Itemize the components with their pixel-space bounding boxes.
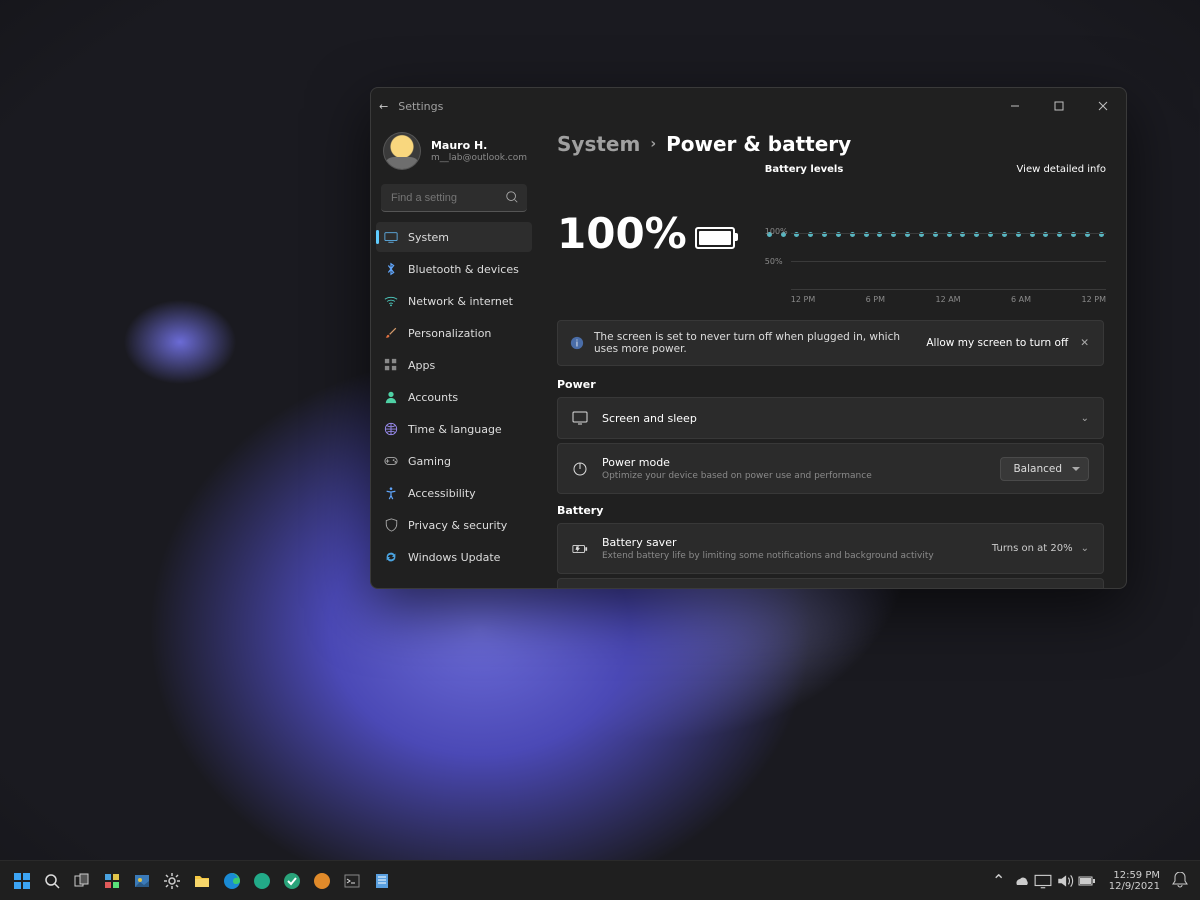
y-label-100: 100% <box>765 227 788 236</box>
close-button[interactable] <box>1081 92 1125 120</box>
view-detailed-info-link[interactable]: View detailed info <box>1017 164 1106 175</box>
taskbar-clock[interactable]: 12:59 PM 12/9/2021 <box>1099 870 1166 892</box>
nav-system[interactable]: System <box>376 222 532 252</box>
chart-x-labels: 12 PM 6 PM 12 AM 6 AM 12 PM <box>791 295 1106 304</box>
game-icon <box>384 454 398 468</box>
minimize-button[interactable] <box>993 92 1037 120</box>
nav-bluetooth[interactable]: Bluetooth & devices <box>376 254 532 284</box>
settings-app-button[interactable] <box>158 867 186 895</box>
taskbar: ⌃ 12:59 PM 12/9/2021 <box>0 860 1200 900</box>
file-explorer-button[interactable] <box>188 867 216 895</box>
edge-button[interactable] <box>218 867 246 895</box>
power-icon <box>572 461 588 477</box>
search-button[interactable] <box>38 867 66 895</box>
settings-window: ← Settings Mauro H. m__lab@outlook.com <box>370 87 1127 589</box>
battery-saver-icon <box>572 541 588 557</box>
shield-icon <box>384 518 398 532</box>
power-section-title: Power <box>557 378 1116 391</box>
svg-text:i: i <box>576 340 578 350</box>
chevron-down-icon: ⌄ <box>1081 543 1089 554</box>
breadcrumb: System › Power & battery <box>557 124 1116 160</box>
avatar <box>383 132 421 170</box>
banner-close-button[interactable]: ✕ <box>1078 337 1091 349</box>
task-view-button[interactable] <box>68 867 96 895</box>
apps-icon <box>384 358 398 372</box>
nav-accessibility[interactable]: Accessibility <box>376 478 532 508</box>
window-title: Settings <box>398 100 443 113</box>
search-icon <box>505 190 519 204</box>
user-name: Mauro H. <box>431 139 527 152</box>
power-mode-dropdown[interactable]: Balanced <box>1000 457 1089 481</box>
battery-saver-row[interactable]: Battery saver Extend battery life by lim… <box>557 523 1104 574</box>
nav-windows-update[interactable]: Windows Update <box>376 542 532 572</box>
notepad-button[interactable] <box>368 867 396 895</box>
chart-title: Battery levels <box>765 164 844 175</box>
info-banner: i The screen is set to never turn off wh… <box>557 320 1104 366</box>
titlebar: ← Settings <box>371 88 1126 124</box>
power-mode-row[interactable]: Power mode Optimize your device based on… <box>557 443 1104 494</box>
battery-icon <box>695 227 735 249</box>
update-icon <box>384 550 398 564</box>
chevron-down-icon: ⌄ <box>1081 413 1089 424</box>
nav-gaming[interactable]: Gaming <box>376 446 532 476</box>
sidebar: Mauro H. m__lab@outlook.com System Bluet… <box>371 124 537 588</box>
battery-level-chart: Battery levels View detailed info 100% 5… <box>765 164 1106 304</box>
volume-tray-icon[interactable] <box>1055 867 1075 895</box>
battery-percent: 100% <box>557 213 687 255</box>
screen-and-sleep-row[interactable]: Screen and sleep ⌄ <box>557 397 1104 439</box>
globe-icon <box>384 422 398 436</box>
battery-tray-icon[interactable] <box>1077 867 1097 895</box>
onedrive-icon[interactable] <box>1011 867 1031 895</box>
network-tray-icon[interactable] <box>1033 867 1053 895</box>
brush-icon <box>384 326 398 340</box>
widgets-button[interactable] <box>98 867 126 895</box>
nav-apps[interactable]: Apps <box>376 350 532 380</box>
nav-network[interactable]: Network & internet <box>376 286 532 316</box>
battery-saver-status: Turns on at 20% <box>992 543 1073 554</box>
nav-privacy[interactable]: Privacy & security <box>376 510 532 540</box>
person-icon <box>384 390 398 404</box>
content-area: System › Power & battery 100% Battery le… <box>537 124 1126 588</box>
page-title: Power & battery <box>666 132 851 156</box>
chart-data-points <box>765 229 1106 239</box>
notification-center-button[interactable] <box>1168 867 1192 895</box>
battery-section-title: Battery <box>557 504 1116 517</box>
pinned-app-2[interactable] <box>278 867 306 895</box>
screen-icon <box>572 410 588 426</box>
terminal-button[interactable] <box>338 867 366 895</box>
maximize-button[interactable] <box>1037 92 1081 120</box>
banner-action-link[interactable]: Allow my screen to turn off <box>926 337 1068 349</box>
photos-app-button[interactable] <box>128 867 156 895</box>
y-label-50: 50% <box>765 257 783 266</box>
system-icon <box>384 230 398 244</box>
start-button[interactable] <box>8 867 36 895</box>
bluetooth-icon <box>384 262 398 276</box>
breadcrumb-section[interactable]: System <box>557 132 640 156</box>
info-icon: i <box>570 336 584 350</box>
banner-message: The screen is set to never turn off when… <box>594 331 916 355</box>
nav-accounts[interactable]: Accounts <box>376 382 532 412</box>
battery-usage-row[interactable]: Battery usage ⌄ <box>557 578 1104 588</box>
tray-chevron-icon[interactable]: ⌃ <box>989 867 1009 895</box>
nav-time-language[interactable]: Time & language <box>376 414 532 444</box>
chevron-right-icon: › <box>650 136 656 152</box>
wifi-icon <box>384 294 398 308</box>
pinned-app-1[interactable] <box>248 867 276 895</box>
back-button[interactable]: ← <box>379 100 388 113</box>
nav-personalization[interactable]: Personalization <box>376 318 532 348</box>
pinned-app-3[interactable] <box>308 867 336 895</box>
search-box[interactable] <box>381 184 527 212</box>
user-profile[interactable]: Mauro H. m__lab@outlook.com <box>371 124 537 182</box>
nav-list: System Bluetooth & devices Network & int… <box>371 220 537 574</box>
user-email: m__lab@outlook.com <box>431 152 527 164</box>
accessibility-icon <box>384 486 398 500</box>
